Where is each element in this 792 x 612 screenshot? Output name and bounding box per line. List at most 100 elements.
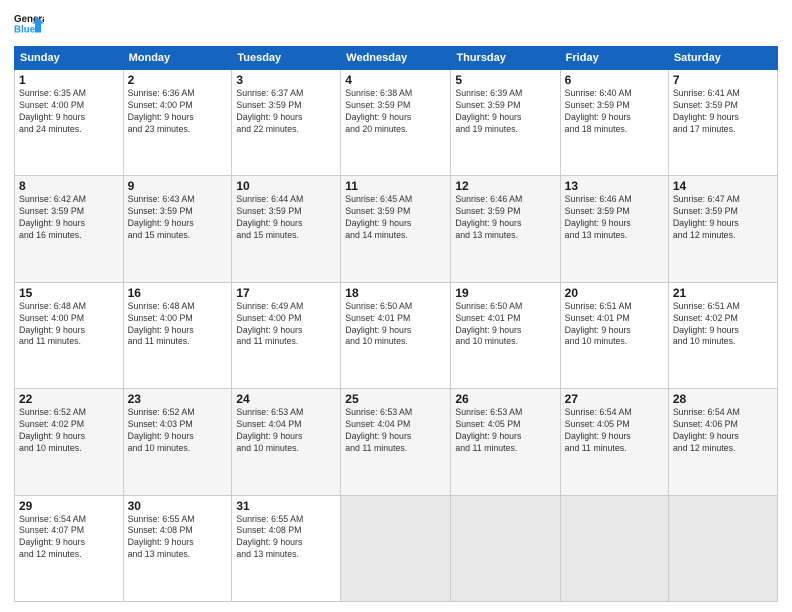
calendar-cell: 29Sunrise: 6:54 AM Sunset: 4:07 PM Dayli…	[15, 495, 124, 601]
day-info: Sunrise: 6:41 AM Sunset: 3:59 PM Dayligh…	[673, 88, 773, 136]
week-row-1: 1Sunrise: 6:35 AM Sunset: 4:00 PM Daylig…	[15, 70, 778, 176]
day-number: 21	[673, 286, 773, 300]
calendar-cell: 5Sunrise: 6:39 AM Sunset: 3:59 PM Daylig…	[451, 70, 560, 176]
weekday-header-thursday: Thursday	[451, 47, 560, 70]
weekday-header-row: SundayMondayTuesdayWednesdayThursdayFrid…	[15, 47, 778, 70]
weekday-header-friday: Friday	[560, 47, 668, 70]
calendar-cell: 3Sunrise: 6:37 AM Sunset: 3:59 PM Daylig…	[232, 70, 341, 176]
day-info: Sunrise: 6:49 AM Sunset: 4:00 PM Dayligh…	[236, 301, 336, 349]
day-info: Sunrise: 6:53 AM Sunset: 4:04 PM Dayligh…	[345, 407, 446, 455]
logo: General Blue	[14, 10, 44, 40]
calendar-cell: 22Sunrise: 6:52 AM Sunset: 4:02 PM Dayli…	[15, 389, 124, 495]
calendar-cell	[451, 495, 560, 601]
day-number: 17	[236, 286, 336, 300]
day-info: Sunrise: 6:53 AM Sunset: 4:05 PM Dayligh…	[455, 407, 555, 455]
day-info: Sunrise: 6:53 AM Sunset: 4:04 PM Dayligh…	[236, 407, 336, 455]
calendar-cell: 17Sunrise: 6:49 AM Sunset: 4:00 PM Dayli…	[232, 282, 341, 388]
day-info: Sunrise: 6:52 AM Sunset: 4:02 PM Dayligh…	[19, 407, 119, 455]
calendar-cell: 9Sunrise: 6:43 AM Sunset: 3:59 PM Daylig…	[123, 176, 232, 282]
week-row-3: 15Sunrise: 6:48 AM Sunset: 4:00 PM Dayli…	[15, 282, 778, 388]
calendar-table: SundayMondayTuesdayWednesdayThursdayFrid…	[14, 46, 778, 602]
day-number: 18	[345, 286, 446, 300]
calendar-cell: 7Sunrise: 6:41 AM Sunset: 3:59 PM Daylig…	[668, 70, 777, 176]
day-info: Sunrise: 6:54 AM Sunset: 4:07 PM Dayligh…	[19, 514, 119, 562]
calendar-cell: 2Sunrise: 6:36 AM Sunset: 4:00 PM Daylig…	[123, 70, 232, 176]
day-number: 14	[673, 179, 773, 193]
calendar-cell: 26Sunrise: 6:53 AM Sunset: 4:05 PM Dayli…	[451, 389, 560, 495]
week-row-2: 8Sunrise: 6:42 AM Sunset: 3:59 PM Daylig…	[15, 176, 778, 282]
day-info: Sunrise: 6:48 AM Sunset: 4:00 PM Dayligh…	[19, 301, 119, 349]
day-number: 11	[345, 179, 446, 193]
calendar-cell: 4Sunrise: 6:38 AM Sunset: 3:59 PM Daylig…	[341, 70, 451, 176]
day-number: 1	[19, 73, 119, 87]
calendar-cell: 27Sunrise: 6:54 AM Sunset: 4:05 PM Dayli…	[560, 389, 668, 495]
day-info: Sunrise: 6:51 AM Sunset: 4:02 PM Dayligh…	[673, 301, 773, 349]
weekday-header-saturday: Saturday	[668, 47, 777, 70]
day-number: 27	[565, 392, 664, 406]
calendar-cell	[560, 495, 668, 601]
day-info: Sunrise: 6:40 AM Sunset: 3:59 PM Dayligh…	[565, 88, 664, 136]
calendar-cell: 31Sunrise: 6:55 AM Sunset: 4:08 PM Dayli…	[232, 495, 341, 601]
weekday-header-monday: Monday	[123, 47, 232, 70]
day-info: Sunrise: 6:54 AM Sunset: 4:06 PM Dayligh…	[673, 407, 773, 455]
weekday-header-tuesday: Tuesday	[232, 47, 341, 70]
day-info: Sunrise: 6:54 AM Sunset: 4:05 PM Dayligh…	[565, 407, 664, 455]
calendar-cell: 18Sunrise: 6:50 AM Sunset: 4:01 PM Dayli…	[341, 282, 451, 388]
day-number: 5	[455, 73, 555, 87]
day-info: Sunrise: 6:37 AM Sunset: 3:59 PM Dayligh…	[236, 88, 336, 136]
day-number: 3	[236, 73, 336, 87]
calendar-cell	[341, 495, 451, 601]
header: General Blue	[14, 10, 778, 40]
day-info: Sunrise: 6:35 AM Sunset: 4:00 PM Dayligh…	[19, 88, 119, 136]
calendar-cell: 20Sunrise: 6:51 AM Sunset: 4:01 PM Dayli…	[560, 282, 668, 388]
svg-text:Blue: Blue	[14, 25, 36, 36]
day-number: 10	[236, 179, 336, 193]
calendar-cell: 30Sunrise: 6:55 AM Sunset: 4:08 PM Dayli…	[123, 495, 232, 601]
calendar-cell: 12Sunrise: 6:46 AM Sunset: 3:59 PM Dayli…	[451, 176, 560, 282]
calendar-cell: 15Sunrise: 6:48 AM Sunset: 4:00 PM Dayli…	[15, 282, 124, 388]
day-info: Sunrise: 6:50 AM Sunset: 4:01 PM Dayligh…	[455, 301, 555, 349]
day-number: 22	[19, 392, 119, 406]
calendar-cell: 1Sunrise: 6:35 AM Sunset: 4:00 PM Daylig…	[15, 70, 124, 176]
day-number: 19	[455, 286, 555, 300]
day-info: Sunrise: 6:48 AM Sunset: 4:00 PM Dayligh…	[128, 301, 228, 349]
calendar-cell: 16Sunrise: 6:48 AM Sunset: 4:00 PM Dayli…	[123, 282, 232, 388]
day-number: 26	[455, 392, 555, 406]
day-info: Sunrise: 6:47 AM Sunset: 3:59 PM Dayligh…	[673, 194, 773, 242]
day-number: 15	[19, 286, 119, 300]
weekday-header-sunday: Sunday	[15, 47, 124, 70]
day-number: 4	[345, 73, 446, 87]
day-info: Sunrise: 6:46 AM Sunset: 3:59 PM Dayligh…	[455, 194, 555, 242]
day-info: Sunrise: 6:55 AM Sunset: 4:08 PM Dayligh…	[128, 514, 228, 562]
calendar-cell: 21Sunrise: 6:51 AM Sunset: 4:02 PM Dayli…	[668, 282, 777, 388]
week-row-4: 22Sunrise: 6:52 AM Sunset: 4:02 PM Dayli…	[15, 389, 778, 495]
logo-icon: General Blue	[14, 10, 44, 40]
day-info: Sunrise: 6:55 AM Sunset: 4:08 PM Dayligh…	[236, 514, 336, 562]
day-number: 9	[128, 179, 228, 193]
main-container: General Blue SundayMondayTuesdayWednesda…	[0, 0, 792, 612]
calendar-cell: 24Sunrise: 6:53 AM Sunset: 4:04 PM Dayli…	[232, 389, 341, 495]
day-number: 13	[565, 179, 664, 193]
day-number: 8	[19, 179, 119, 193]
day-info: Sunrise: 6:39 AM Sunset: 3:59 PM Dayligh…	[455, 88, 555, 136]
day-info: Sunrise: 6:36 AM Sunset: 4:00 PM Dayligh…	[128, 88, 228, 136]
day-number: 30	[128, 499, 228, 513]
day-number: 6	[565, 73, 664, 87]
calendar-cell: 10Sunrise: 6:44 AM Sunset: 3:59 PM Dayli…	[232, 176, 341, 282]
calendar-cell: 14Sunrise: 6:47 AM Sunset: 3:59 PM Dayli…	[668, 176, 777, 282]
week-row-5: 29Sunrise: 6:54 AM Sunset: 4:07 PM Dayli…	[15, 495, 778, 601]
calendar-cell	[668, 495, 777, 601]
day-info: Sunrise: 6:52 AM Sunset: 4:03 PM Dayligh…	[128, 407, 228, 455]
calendar-cell: 8Sunrise: 6:42 AM Sunset: 3:59 PM Daylig…	[15, 176, 124, 282]
day-info: Sunrise: 6:42 AM Sunset: 3:59 PM Dayligh…	[19, 194, 119, 242]
day-number: 20	[565, 286, 664, 300]
day-number: 31	[236, 499, 336, 513]
day-info: Sunrise: 6:50 AM Sunset: 4:01 PM Dayligh…	[345, 301, 446, 349]
day-number: 28	[673, 392, 773, 406]
day-info: Sunrise: 6:38 AM Sunset: 3:59 PM Dayligh…	[345, 88, 446, 136]
calendar-cell: 13Sunrise: 6:46 AM Sunset: 3:59 PM Dayli…	[560, 176, 668, 282]
day-info: Sunrise: 6:44 AM Sunset: 3:59 PM Dayligh…	[236, 194, 336, 242]
day-number: 16	[128, 286, 228, 300]
calendar-cell: 23Sunrise: 6:52 AM Sunset: 4:03 PM Dayli…	[123, 389, 232, 495]
calendar-cell: 19Sunrise: 6:50 AM Sunset: 4:01 PM Dayli…	[451, 282, 560, 388]
